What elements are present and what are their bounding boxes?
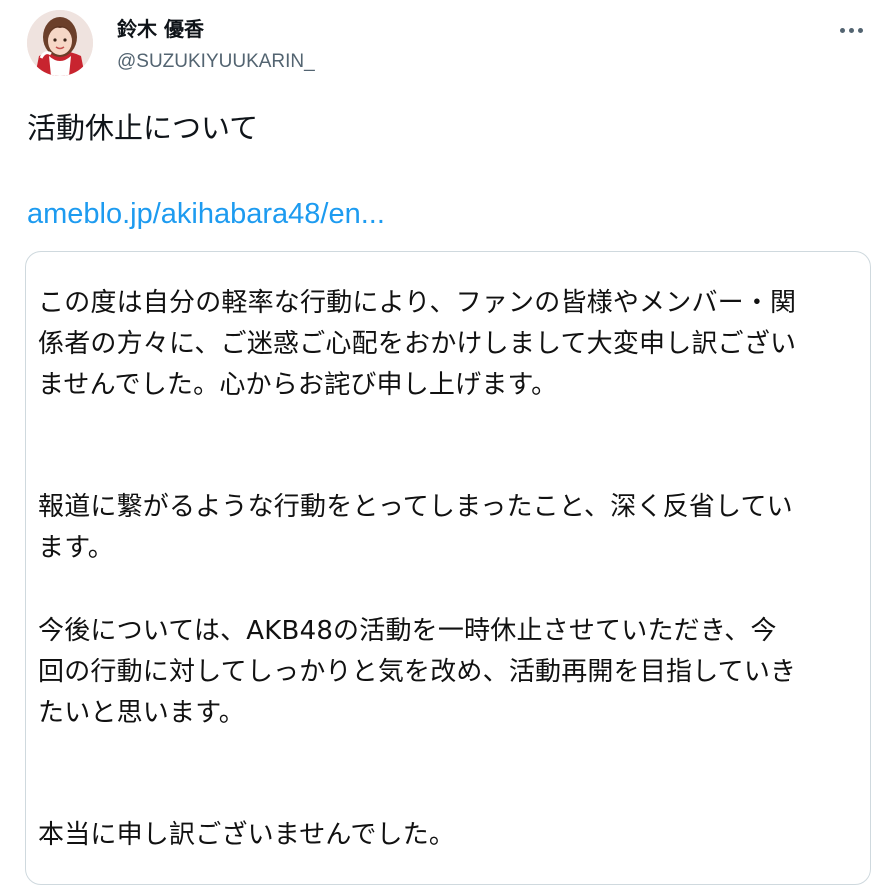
profile-photo-icon — [27, 10, 93, 76]
card-paragraph-2: 報道に繋がるような行動をとってしまったこと、深く反省してい ます。 — [38, 487, 793, 569]
avatar[interactable] — [27, 10, 93, 76]
card-paragraph-4: 本当に申し訳ございませんでした。 — [38, 815, 455, 856]
card-line: 本当に申し訳ございませんでした。 — [38, 820, 456, 850]
card-line: この度は自分の軽率な行動により、ファンの皆様やメンバー・関 — [38, 288, 797, 318]
more-horizontal-icon[interactable] — [837, 16, 865, 44]
attached-image-card[interactable]: この度は自分の軽率な行動により、ファンの皆様やメンバー・関 係者の方々に、ご迷惑… — [25, 251, 871, 885]
tweet: 鈴木 優香 @SUZUKIYUUKARIN_ 活動休止について ameblo.j… — [0, 0, 877, 895]
card-line: 係者の方々に、ご迷惑ご心配をおかけしまして大変申し訳ござい — [38, 329, 797, 359]
more-dot — [848, 27, 854, 33]
tweet-header: 鈴木 優香 @SUZUKIYUUKARIN_ — [27, 10, 867, 84]
tweet-text: 活動休止について — [27, 111, 259, 145]
card-line: たいと思います。 — [38, 698, 246, 728]
more-dot — [857, 27, 863, 33]
card-paragraph-3: 今後については、AKB48の活動を一時休止させていただき、今 回の行動に対してし… — [38, 611, 796, 734]
tweet-link[interactable]: ameblo.jp/akihabara48/en... — [27, 194, 385, 234]
card-line: 報道に繋がるような行動をとってしまったこと、深く反省してい — [38, 492, 793, 522]
more-dot — [839, 27, 845, 33]
card-line: ます。 — [38, 533, 115, 563]
card-line: 今後については、AKB48の活動を一時休止させていただき、今 — [38, 616, 777, 646]
card-line: ませんでした。心からお詫び申し上げます。 — [38, 370, 558, 400]
card-paragraph-1: この度は自分の軽率な行動により、ファンの皆様やメンバー・関 係者の方々に、ご迷惑… — [38, 283, 796, 406]
author-display-name[interactable]: 鈴木 優香 — [117, 15, 204, 43]
card-line: 回の行動に対してしっかりと気を改め、活動再開を目指していき — [38, 657, 797, 687]
author-handle[interactable]: @SUZUKIYUUKARIN_ — [117, 49, 315, 75]
